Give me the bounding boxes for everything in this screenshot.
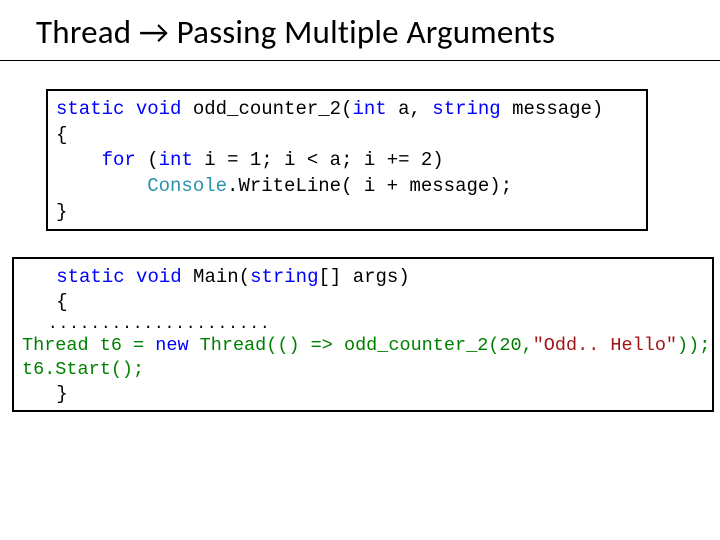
- keyword-static: static: [56, 266, 124, 288]
- string-literal: "Odd.. Hello": [533, 335, 677, 356]
- code-line-thread: Thread t6 = new Thread(() => odd_counter…: [22, 334, 706, 358]
- keyword-int: int: [159, 149, 193, 171]
- title-underline: [0, 60, 720, 61]
- keyword-new: new: [155, 335, 188, 356]
- code-line: static void odd_counter_2(int a, string …: [56, 97, 638, 123]
- keyword-string: string: [432, 98, 500, 120]
- ellipsis: .....................: [22, 314, 706, 334]
- code-block-main: static void Main(string[] args) { ......…: [12, 257, 714, 412]
- code-line: Console.WriteLine( i + message);: [56, 174, 638, 200]
- class-console: Console: [147, 175, 227, 197]
- thread-decl: Thread t6 =: [22, 335, 155, 356]
- keyword-void: void: [136, 98, 182, 120]
- slide-title: Thread → Passing Multiple Arguments: [0, 12, 720, 60]
- keyword-string: string: [250, 266, 318, 288]
- code-block-method: static void odd_counter_2(int a, string …: [46, 89, 648, 231]
- keyword-int: int: [352, 98, 386, 120]
- brace-open: {: [56, 123, 638, 149]
- keyword-for: for: [102, 149, 136, 171]
- slide: Thread → Passing Multiple Arguments stat…: [0, 0, 720, 540]
- code-line: for (int i = 1; i < a; i += 2): [56, 148, 638, 174]
- keyword-void: void: [136, 266, 182, 288]
- method-name: odd_counter_2(: [181, 98, 352, 120]
- keyword-static: static: [56, 98, 124, 120]
- code-line-start: t6.Start();: [22, 358, 706, 382]
- method-name: Main(: [182, 266, 250, 288]
- brace-open: {: [22, 290, 706, 314]
- brace-close: }: [56, 200, 638, 226]
- code-line: static void Main(string[] args): [22, 265, 706, 289]
- brace-close: }: [22, 382, 706, 406]
